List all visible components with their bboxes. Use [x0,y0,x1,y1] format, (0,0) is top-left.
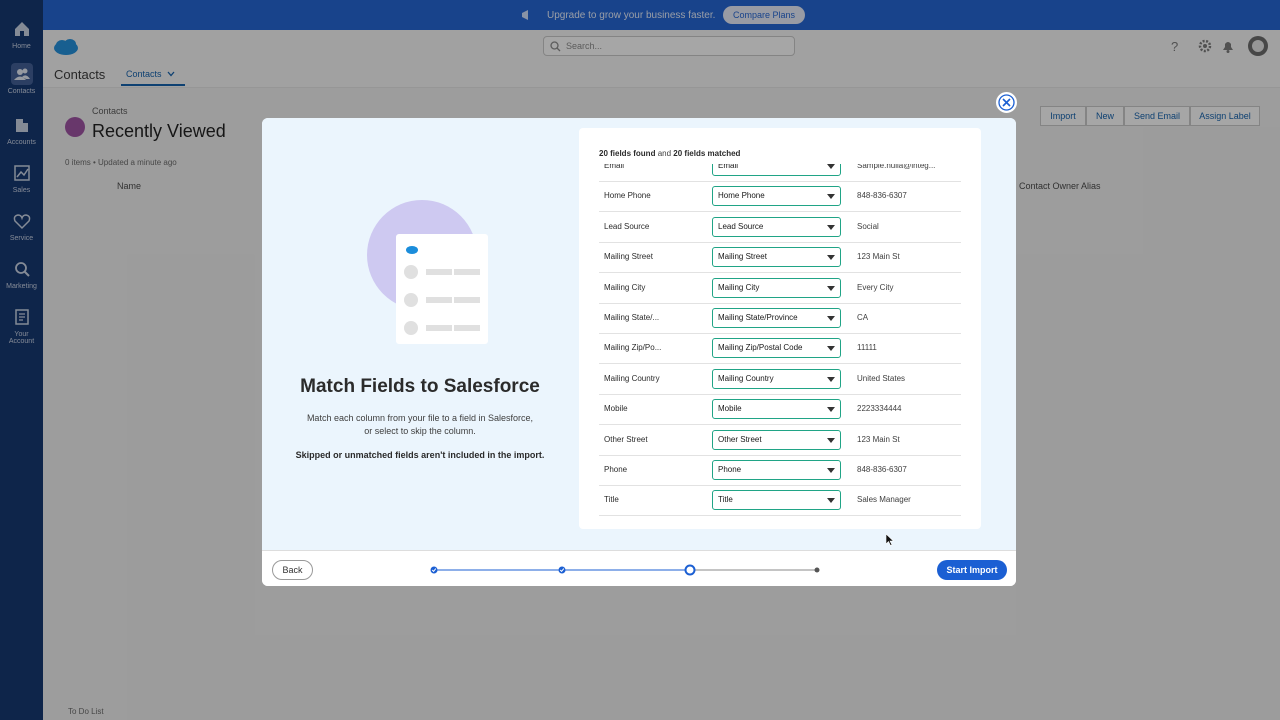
modal-footer: Back Start Import [262,550,1016,586]
mapping-row: Other Street Other Street 123 Main St [599,426,961,456]
selected-field-value: Mailing Zip/Postal Code [718,343,803,353]
modal-note: Skipped or unmatched fields aren't inclu… [295,450,545,460]
import-modal: Match Fields to Salesforce Match each co… [262,118,1016,586]
mapping-row: Mailing Country Mailing Country United Sta… [599,365,961,395]
salesforce-field-select[interactable]: Other Street [712,429,841,450]
dropdown-arrow-icon [827,407,835,413]
file-column-name: Mailing Street [604,252,653,262]
mapping-row: Mobile Mobile 2223334444 [599,395,961,426]
file-column-name: Mailing Country [604,373,660,383]
file-column-name: Email [604,164,625,170]
mapping-row: Email Email Sample.nulla@integ... [599,164,961,182]
fields-found-count: 20 fields found [599,149,656,158]
field-mapping-panel: 20 fields found and 20 fields matched Em… [579,128,981,529]
step-current [684,564,696,576]
mouse-cursor [886,534,894,546]
sample-value: 848-836-6307 [857,465,907,474]
selected-field-value: Mailing Country [718,373,774,383]
sample-value: 123 Main St [857,434,900,444]
sample-value: 123 Main St [857,252,900,262]
sample-value: 848-836-6307 [857,191,907,201]
file-column-name: Other Street [604,434,648,444]
fields-summary-and: and [657,149,672,158]
step-complete [430,566,438,574]
dropdown-arrow-icon [827,468,835,473]
dropdown-arrow-icon [827,224,835,230]
selected-field-value: Home Phone [718,191,765,201]
dropdown-arrow-icon [827,346,835,352]
selected-field-value: Other Street [718,434,762,444]
file-column-name: Mailing Zip/Po... [604,343,662,353]
dropdown-arrow-icon [827,376,835,382]
step-pending [814,567,820,573]
sample-value: 2223334444 [857,404,902,414]
modal-title: Match Fields to Salesforce [300,376,540,397]
sample-value: CA [857,313,869,322]
salesforce-field-select[interactable]: Phone [712,460,841,480]
dropdown-arrow-icon [827,164,835,169]
dropdown-arrow-icon [827,316,835,321]
modal-description-line2: or select to skip the column. [364,426,476,436]
dropdown-arrow-icon [827,437,835,443]
mapping-row: Mailing Street Mailing Street 123 Main St [599,243,961,274]
file-column-name: Lead Source [604,221,650,231]
salesforce-field-select[interactable]: Mailing Street [712,247,841,268]
sample-value: Sample.nulla@integ... [857,164,936,170]
salesforce-field-select[interactable]: Title [712,490,841,511]
mapping-row: Mailing City Mailing City Every City [599,274,961,304]
selected-field-value: Lead Source [718,221,764,231]
progress-stepper [430,564,820,576]
modal-description-line1: Match each column from your file to a fi… [306,413,534,423]
dropdown-arrow-icon [827,194,835,200]
dropdown-arrow-icon [827,498,835,504]
salesforce-field-select[interactable]: Mailing State/Province [712,308,841,328]
file-column-name: Mobile [604,404,628,414]
salesforce-field-select[interactable]: Mailing Country [712,368,841,389]
file-column-name: Mailing State/... [604,313,660,322]
selected-field-value: Mailing Street [718,252,767,262]
mapping-row: Phone Phone 848-836-6307 [599,456,961,486]
sample-value: United States [857,373,906,383]
selected-field-value: Mailing City [718,282,760,292]
salesforce-field-select[interactable]: Email [712,164,841,176]
salesforce-field-select[interactable]: Mailing City [712,277,841,298]
selected-field-value: Title [718,495,733,505]
start-import-button[interactable]: Start Import [937,560,1007,580]
file-column-name: Mailing City [604,282,646,292]
back-button[interactable]: Back [272,560,313,580]
field-mapping-list[interactable]: Email Email Sample.nulla@integ... Home Phon… [599,164,961,529]
close-icon [998,94,1015,111]
import-illustration [367,200,488,344]
step-complete [558,566,566,574]
file-column-name: Title [604,495,619,505]
fields-matched-count: 20 fields matched [673,149,741,158]
sample-value: 11111 [857,343,877,353]
mapping-row: Lead Source Lead Source Social [599,213,961,243]
salesforce-field-select[interactable]: Home Phone [712,186,841,207]
selected-field-value: Phone [718,465,742,474]
mapping-row: Home Phone Home Phone 848-836-6307 [599,182,961,213]
selected-field-value: Mobile [718,404,742,414]
mapping-row: Mailing State/... Mailing State/Province C… [599,304,961,334]
modal-body: Match Fields to Salesforce Match each co… [262,118,1016,550]
file-column-name: Home Phone [604,191,651,201]
dropdown-arrow-icon [827,255,835,261]
sample-value: Sales Manager [857,495,911,505]
mapping-row: Title Title Sales Manager [599,486,961,517]
salesforce-field-select[interactable]: Lead Source [712,216,841,237]
mapping-row: Mailing Zip/Po... Mailing Zip/Postal Code… [599,334,961,365]
dropdown-arrow-icon [827,285,835,291]
salesforce-field-select[interactable]: Mobile [712,399,841,420]
file-column-name: Phone [604,465,628,474]
sample-value: Every City [857,282,894,292]
close-button[interactable] [996,92,1017,113]
salesforce-field-select[interactable]: Mailing Zip/Postal Code [712,338,841,359]
sample-value: Social [857,221,879,231]
selected-field-value: Mailing State/Province [718,313,798,322]
fields-summary: 20 fields found and 20 fields matched [599,149,740,158]
selected-field-value: Email [718,164,739,170]
